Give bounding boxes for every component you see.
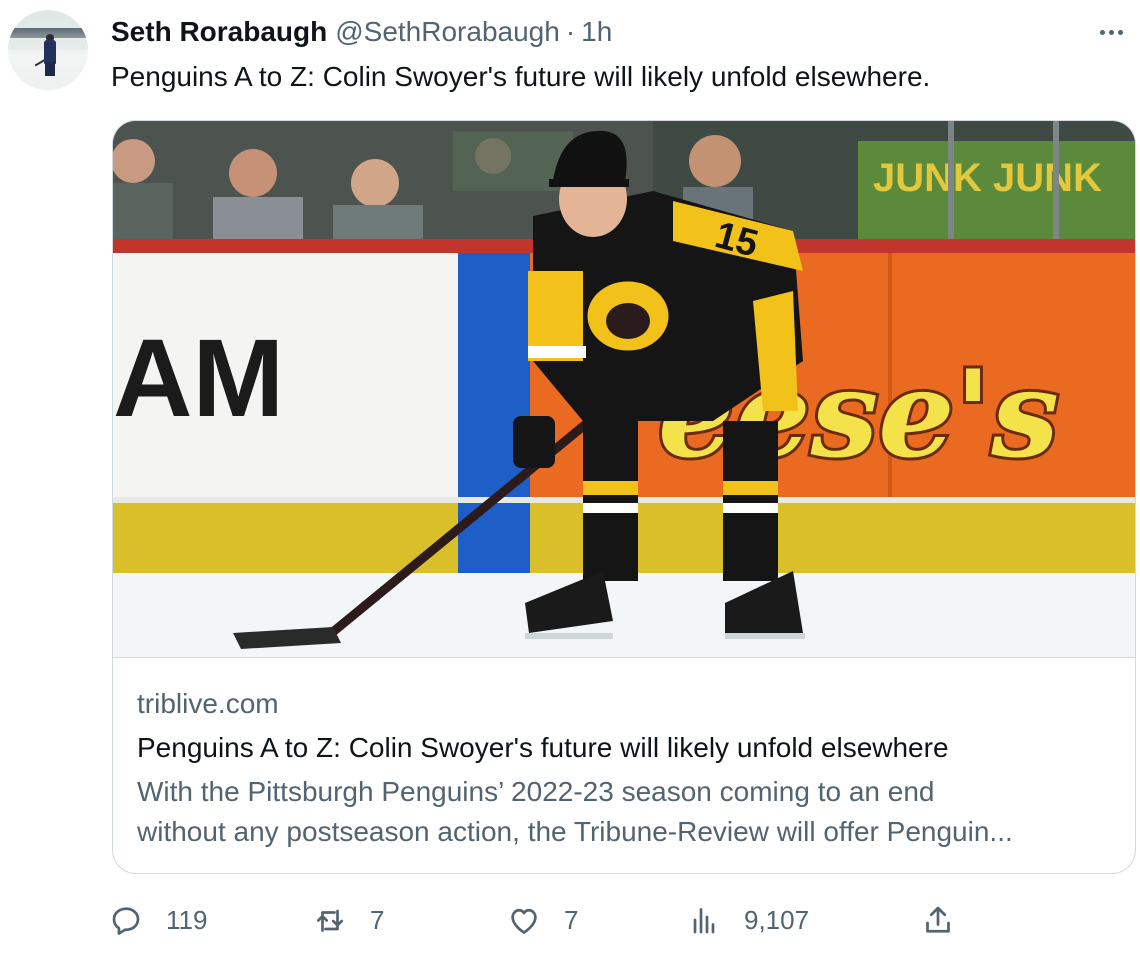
repost-count: 7 xyxy=(370,904,385,935)
card-description-line: without any postseason action, the Tribu… xyxy=(137,816,1013,847)
tweet-time[interactable]: 1h xyxy=(581,16,612,48)
card-title: Penguins A to Z: Colin Swoyer's future w… xyxy=(137,732,949,763)
separator-dot: · xyxy=(565,16,576,47)
views-count: 9,107 xyxy=(744,904,810,935)
board-text-left: AM xyxy=(113,317,284,440)
more-horizontal-icon xyxy=(1117,29,1123,35)
share-icon xyxy=(926,906,950,933)
author-name[interactable]: Seth Rorabaugh xyxy=(111,16,327,48)
more-horizontal-icon xyxy=(1099,29,1105,35)
heart-icon xyxy=(511,908,537,934)
views-chart-icon xyxy=(693,908,715,934)
more-horizontal-icon xyxy=(1108,29,1114,35)
reply-icon xyxy=(112,907,140,935)
card-description-line: With the Pittsburgh Penguins’ 2022-23 se… xyxy=(137,776,935,807)
link-card[interactable]: JUNK JUNK AM eese's 15 triblive.com Peng… xyxy=(112,120,1136,874)
repost-icon xyxy=(316,909,344,932)
share-button[interactable] xyxy=(920,898,956,942)
author-handle[interactable]: @SethRorabaugh xyxy=(335,16,560,48)
hockey-photo: JUNK JUNK AM eese's 15 xyxy=(113,121,1135,657)
avatar-person-body xyxy=(44,40,56,64)
repost-button[interactable]: 7 xyxy=(312,898,384,942)
tweet-header: Seth Rorabaugh @SethRorabaugh · 1h xyxy=(111,14,612,50)
card-footer: triblive.com Penguins A to Z: Colin Swoy… xyxy=(113,657,1135,873)
svg-text:JUNK: JUNK xyxy=(873,156,982,200)
avatar[interactable] xyxy=(8,10,88,90)
card-description: With the Pittsburgh Penguins’ 2022-23 se… xyxy=(137,772,1117,852)
reply-button[interactable]: 119 xyxy=(108,898,207,942)
more-button[interactable] xyxy=(1092,14,1130,50)
views-button[interactable]: 9,107 xyxy=(686,898,809,942)
tweet-text: Penguins A to Z: Colin Swoyer's future w… xyxy=(111,61,931,92)
svg-text:JUNK: JUNK xyxy=(993,156,1102,200)
like-count: 7 xyxy=(564,904,579,935)
card-domain: triblive.com xyxy=(137,688,279,719)
like-button[interactable]: 7 xyxy=(506,898,578,942)
reply-count: 119 xyxy=(166,904,208,935)
action-bar: 119 7 7 9,107 xyxy=(108,898,1068,942)
avatar-person-legs xyxy=(45,62,55,76)
card-image[interactable]: JUNK JUNK AM eese's 15 xyxy=(113,121,1135,657)
